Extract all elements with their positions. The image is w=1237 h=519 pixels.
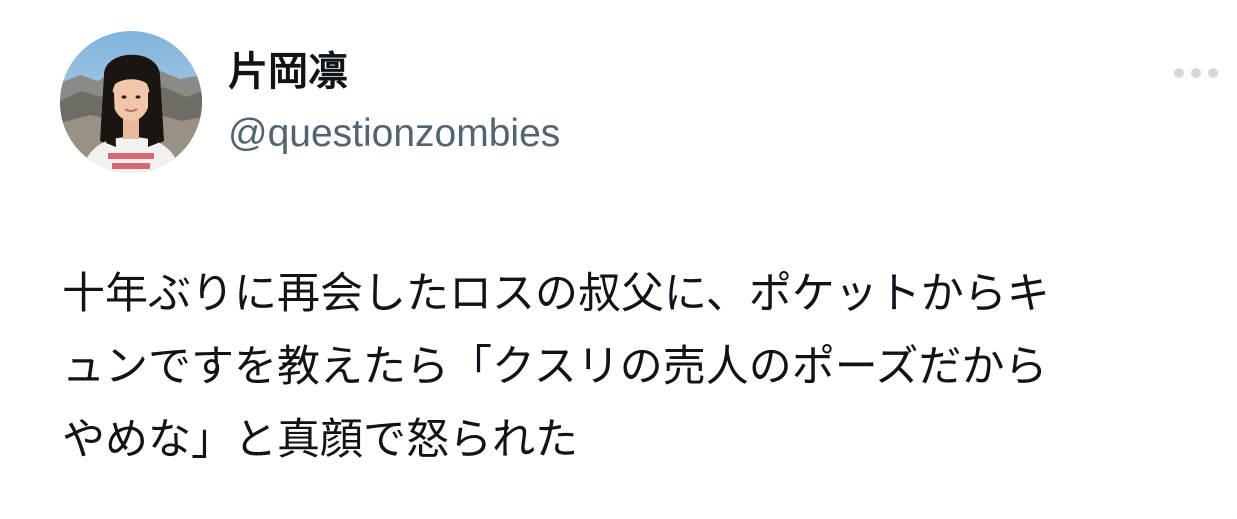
tweet-text-line: 十年ぶりに再会したロスの叔父に、ポケットからキ	[62, 269, 1050, 319]
author-handle[interactable]: @questionzombies	[228, 110, 560, 158]
more-options-icon	[1174, 68, 1218, 78]
tweet-body-text: 十年ぶりに再会したロスの叔父に、ポケットからキ ュンですを教えたら「クスリの売人…	[62, 258, 1222, 477]
tweet-text-line: ュンですを教えたら「クスリの売人のポーズだから	[62, 342, 1048, 392]
tweet-card: 片岡凛 @questionzombies 十年ぶりに再会したロスの叔父に、ポケッ…	[0, 0, 1237, 519]
more-options-button[interactable]	[1168, 56, 1224, 90]
author-display-name[interactable]: 片岡凛	[228, 46, 348, 98]
user-avatar-photo-icon	[60, 31, 202, 173]
user-avatar[interactable]	[60, 31, 202, 173]
tweet-text-line: やめな」と真顔で怒られた	[62, 415, 578, 465]
